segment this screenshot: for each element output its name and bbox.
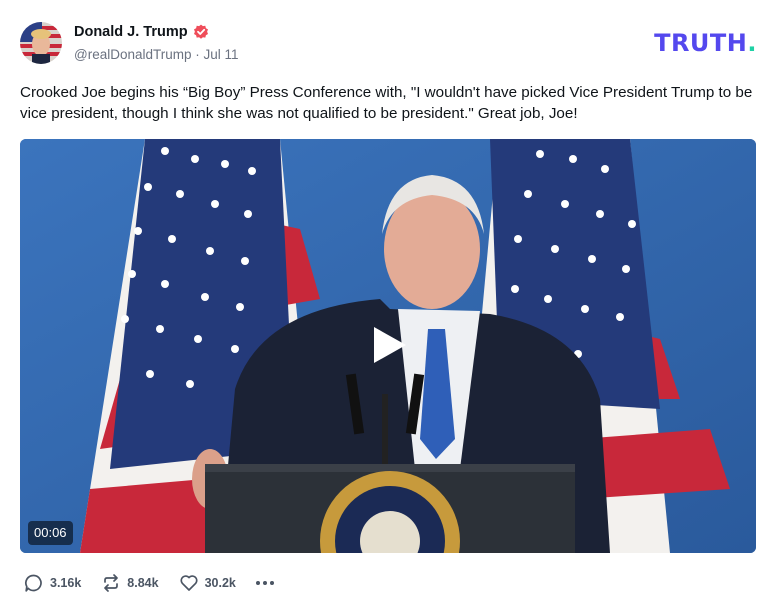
brand-name: TRUTH [654,29,748,57]
post-header: Donald J. Trump @realDonaldTrump · Jul 1… [20,22,757,66]
more-icon[interactable] [255,573,274,593]
author-handle[interactable]: @realDonaldTrump [74,47,192,62]
brand-dot: . [747,29,757,57]
retruth-count: 8.84k [127,576,159,590]
retruth-icon [104,574,119,592]
post-date[interactable]: Jul 11 [204,47,239,62]
video-player[interactable]: 00:06 [20,139,756,553]
more-dot [255,581,260,585]
verified-badge-icon [193,24,208,39]
retruth-button[interactable]: 8.84k [101,573,159,593]
post-text: Crooked Joe begins his “Big Boy” Press C… [20,84,753,122]
more-dot [269,581,274,585]
play-icon[interactable] [366,323,410,367]
more-dot [262,581,267,585]
truth-logo[interactable]: TRUTH. [654,29,757,57]
heart-icon [179,575,198,591]
author-name[interactable]: Donald J. Trump [74,24,188,40]
separator-dot: · [195,47,200,62]
reply-count: 3.16k [50,576,82,590]
avatar-image [20,22,62,64]
like-button[interactable]: 30.2k [179,573,236,593]
video-duration: 00:06 [28,521,73,545]
like-count: 30.2k [204,576,236,590]
handle-date-row: @realDonaldTrump · Jul 11 [74,47,239,62]
avatar[interactable] [20,22,62,64]
reply-button[interactable]: 3.16k [24,573,81,593]
post-actions: 3.16k 8.84k 30.2k [24,573,274,593]
reply-icon [25,574,42,592]
